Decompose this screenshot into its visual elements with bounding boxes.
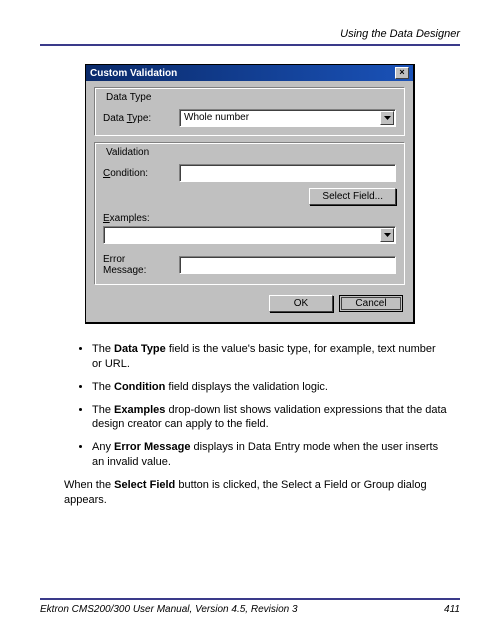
cancel-button-label: Cancel — [355, 298, 386, 309]
group-data-type-title: Data Type — [103, 92, 154, 103]
condition-input[interactable] — [179, 164, 396, 182]
page-footer: Ektron CMS200/300 User Manual, Version 4… — [40, 598, 460, 615]
condition-label: Condition: — [103, 168, 171, 179]
examples-select[interactable] — [103, 226, 396, 244]
footer-left: Ektron CMS200/300 User Manual, Version 4… — [40, 604, 298, 615]
closing-paragraph: When the Select Field button is clicked,… — [64, 478, 448, 508]
ok-button[interactable]: OK — [269, 295, 333, 312]
list-item: The Data Type field is the value's basic… — [92, 342, 448, 372]
group-validation-title: Validation — [103, 147, 152, 158]
list-item: The Condition field displays the validat… — [92, 380, 448, 395]
ok-button-label: OK — [294, 298, 308, 309]
select-field-button[interactable]: Select Field... — [309, 188, 396, 205]
error-message-input[interactable] — [179, 256, 396, 274]
close-icon[interactable]: × — [395, 67, 409, 79]
chevron-down-icon[interactable] — [380, 111, 394, 125]
custom-validation-dialog: Custom Validation × Data Type Data Type:… — [85, 64, 415, 324]
group-data-type: Data Type Data Type: Whole number — [94, 87, 405, 136]
data-type-value: Whole number — [184, 112, 249, 123]
page-number: 411 — [444, 604, 460, 615]
examples-label: Examples: — [103, 213, 171, 224]
header-rule — [40, 44, 460, 46]
footer-rule — [40, 598, 460, 600]
select-field-button-label: Select Field... — [322, 191, 383, 202]
cancel-button[interactable]: Cancel — [339, 295, 403, 312]
list-item: The Examples drop-down list shows valida… — [92, 403, 448, 433]
bullet-list: The Data Type field is the value's basic… — [92, 342, 448, 470]
header-breadcrumb: Using the Data Designer — [40, 28, 460, 40]
error-message-label: Error Message: — [103, 254, 171, 276]
data-type-label: Data Type: — [103, 113, 171, 124]
chevron-down-icon[interactable] — [380, 228, 394, 242]
body-text: The Data Type field is the value's basic… — [64, 342, 448, 508]
data-type-select[interactable]: Whole number — [179, 109, 396, 127]
group-validation: Validation Condition: Select Field... Ex… — [94, 142, 405, 285]
list-item: Any Error Message displays in Data Entry… — [92, 440, 448, 470]
dialog-titlebar: Custom Validation × — [86, 65, 413, 81]
dialog-title: Custom Validation — [90, 68, 177, 79]
